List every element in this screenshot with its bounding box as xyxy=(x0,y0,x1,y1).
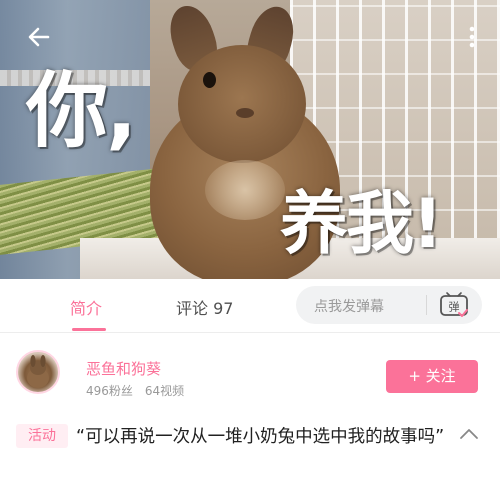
rabbit-nose xyxy=(236,108,254,118)
overlay-caption-line1: 你, xyxy=(26,64,137,159)
tab-bar: 简介 评论 97 点我发弹幕 弹 xyxy=(0,279,500,333)
tab-comments[interactable]: 评论 97 xyxy=(176,295,233,319)
danmaku-toggle-glyph: 弹 xyxy=(449,300,460,314)
back-arrow-icon[interactable] xyxy=(24,22,54,52)
rabbit-head xyxy=(178,45,306,163)
uploader-name[interactable]: 恶鱼和狗葵 xyxy=(86,358,161,379)
danmaku-divider xyxy=(426,295,427,315)
danmaku-input[interactable]: 点我发弹幕 弹 xyxy=(296,286,482,324)
video-player[interactable]: 你, 养我! xyxy=(0,0,500,279)
rabbit-eye xyxy=(203,72,216,88)
danmaku-placeholder: 点我发弹幕 xyxy=(314,299,384,315)
danmaku-toggle-icon[interactable]: 弹 xyxy=(438,290,470,320)
active-tab-indicator xyxy=(72,328,106,331)
activity-badge[interactable]: 活动 xyxy=(16,424,68,448)
chevron-up-icon[interactable] xyxy=(458,426,480,440)
tab-intro[interactable]: 简介 xyxy=(70,295,102,319)
video-title: “可以再说一次从一堆小奶兔中选中我的故事吗” xyxy=(76,427,445,447)
more-vertical-icon[interactable] xyxy=(462,22,482,52)
avatar[interactable] xyxy=(16,350,60,394)
uploader-stats: 496粉丝 64视频 xyxy=(86,384,185,398)
overlay-caption-line2: 养我! xyxy=(280,185,443,264)
follow-button[interactable]: + 关注 xyxy=(386,360,478,393)
rabbit-chest xyxy=(205,160,285,220)
